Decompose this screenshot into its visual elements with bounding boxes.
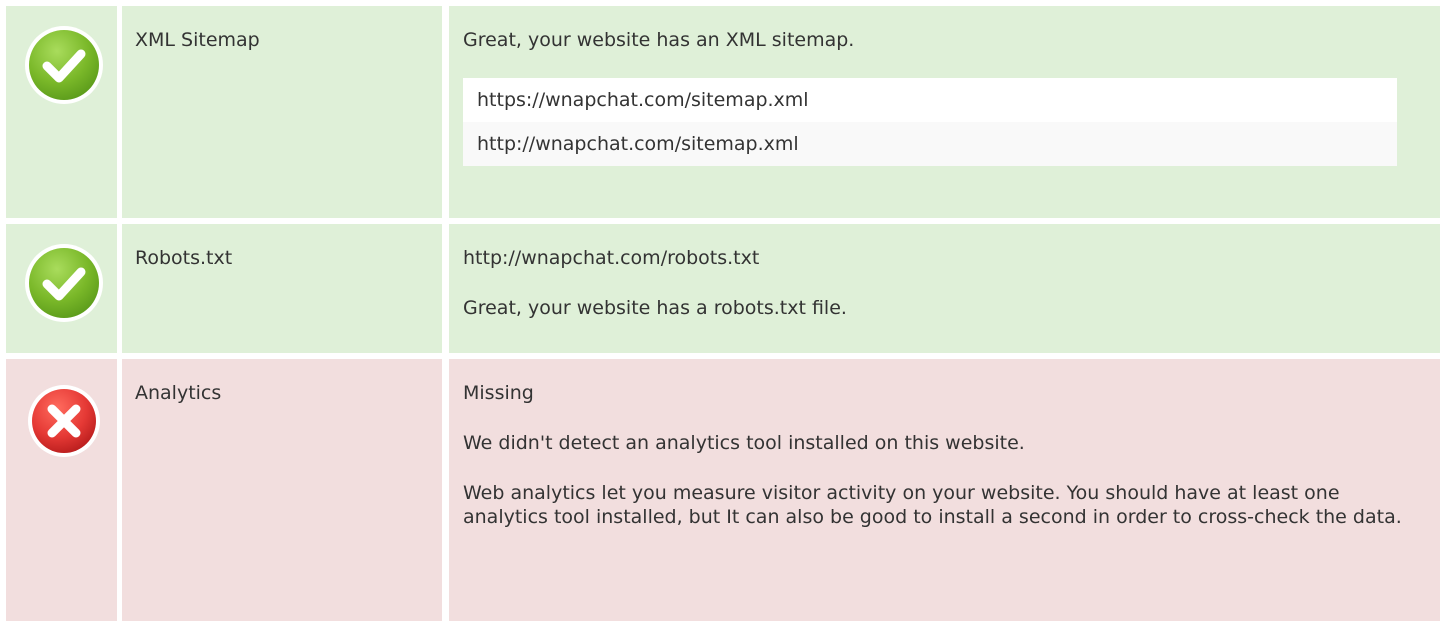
check-row-robots-txt: Robots.txt http://wnapchat.com/robots.tx… xyxy=(0,224,1446,353)
check-label: XML Sitemap xyxy=(135,29,260,51)
check-advice: Web analytics let you measure visitor ac… xyxy=(463,482,1402,528)
status-cell xyxy=(6,224,117,353)
check-row-analytics: Analytics Missing We didn't detect an an… xyxy=(0,359,1446,621)
check-label: Analytics xyxy=(135,382,222,404)
check-row-xml-sitemap: XML Sitemap Great, your website has an X… xyxy=(0,6,1446,218)
check-content-cell: http://wnapchat.com/robots.txt Great, yo… xyxy=(449,224,1440,353)
sitemap-url-item: https://wnapchat.com/sitemap.xml xyxy=(463,78,1397,122)
status-cell xyxy=(6,6,117,218)
check-icon xyxy=(23,242,105,324)
analytics-value: Missing xyxy=(463,382,534,404)
check-label-cell: Robots.txt xyxy=(122,224,442,353)
seo-report: XML Sitemap Great, your website has an X… xyxy=(0,0,1446,621)
check-label-cell: XML Sitemap xyxy=(122,6,442,218)
sitemap-url-list: https://wnapchat.com/sitemap.xml http://… xyxy=(463,78,1397,166)
check-label-cell: Analytics xyxy=(122,359,442,621)
check-content-cell: Great, your website has an XML sitemap. … xyxy=(449,6,1440,218)
check-label: Robots.txt xyxy=(135,247,233,269)
sitemap-url-item: http://wnapchat.com/sitemap.xml xyxy=(463,122,1397,166)
status-cell xyxy=(6,359,117,621)
check-message: Great, your website has a robots.txt fil… xyxy=(463,297,847,319)
check-message: Great, your website has an XML sitemap. xyxy=(463,29,855,51)
check-icon xyxy=(23,24,105,106)
cross-icon xyxy=(26,383,102,459)
check-message: We didn't detect an analytics tool insta… xyxy=(463,432,1025,454)
check-content-cell: Missing We didn't detect an analytics to… xyxy=(449,359,1440,621)
robots-url: http://wnapchat.com/robots.txt xyxy=(463,247,760,269)
